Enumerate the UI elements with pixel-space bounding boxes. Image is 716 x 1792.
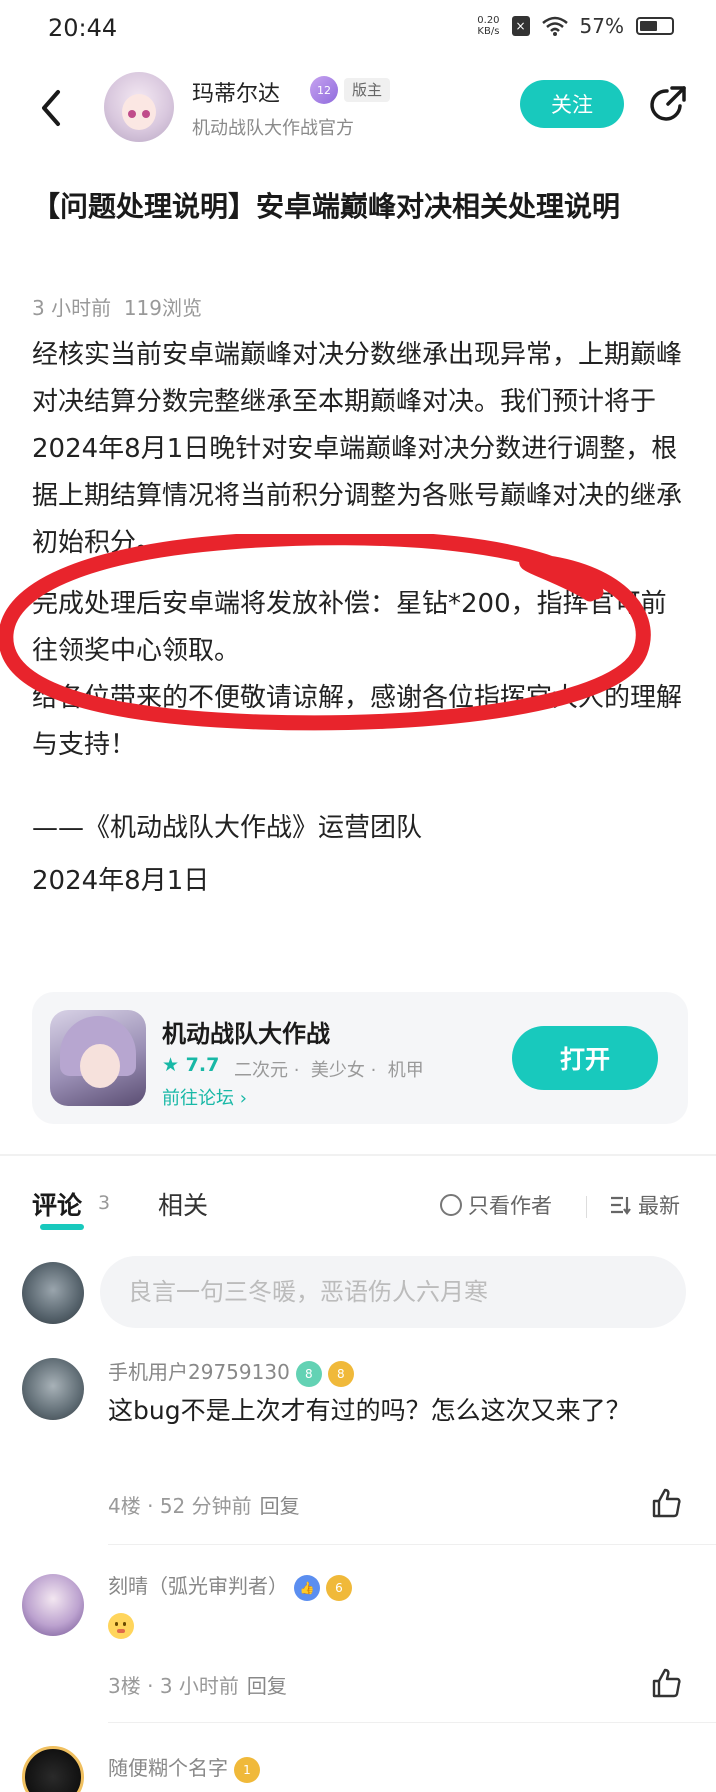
radio-icon [440, 1194, 462, 1216]
comment-item: 刻晴（弧光审判者） 👍 6 3楼 · 3 小时前 回复 [0, 1570, 716, 1746]
thumbs-badge-icon: 👍 [294, 1574, 320, 1601]
rank-badge: 6 [326, 1574, 352, 1601]
article-paragraph: 完成处理后安卓端将发放补偿：星钻*200，指挥官可前往领奖中心领取。 [32, 589, 667, 666]
chevron-right-icon: › [239, 1088, 247, 1109]
moderator-badge: 版主 [344, 78, 391, 102]
game-tag: 机甲 [387, 1060, 424, 1081]
status-bar: 20:44 0.20 KB/s × 57% [0, 0, 716, 56]
level-badge: 12 [310, 76, 338, 104]
article-paragraph: 经核实当前安卓端巅峰对决分数继承出现异常，上期巅峰对决结算分数完整继承至本期巅峰… [32, 340, 683, 558]
post-header: 玛蒂尔达 12 版主 机动战队大作战官方 关注 [0, 66, 716, 152]
floor-number: 3楼 [108, 1674, 141, 1698]
battery-percent: 57% [579, 14, 624, 38]
game-tag: 二次元 [234, 1060, 288, 1081]
comment-meta: 3楼 · 3 小时前 回复 [108, 1674, 287, 1698]
comment-time: 3 小时前 [159, 1674, 239, 1698]
tab-related[interactable]: 相关 [158, 1186, 208, 1222]
sort-button[interactable]: 最新 [610, 1190, 680, 1220]
sort-icon [611, 1196, 631, 1215]
article-signature: ——《机动战队大作战》运营团队 [32, 813, 423, 843]
game-card[interactable]: 机动战队大作战 ★ 7.7 二次元 · 美少女 · 机甲 前往论坛 › 打开 [32, 992, 688, 1124]
commenter-name[interactable]: 刻晴（弧光审判者） 👍 6 [108, 1570, 352, 1601]
thumbs-up-icon[interactable] [650, 1666, 684, 1700]
game-tag: 美少女 [310, 1060, 365, 1081]
reply-button[interactable]: 回复 [247, 1674, 287, 1698]
author-only-filter[interactable]: 只看作者 [440, 1190, 552, 1220]
commenter-name[interactable]: 手机用户29759130 8 8 [108, 1356, 354, 1387]
filter-divider [586, 1196, 587, 1218]
commenter-avatar[interactable] [22, 1746, 84, 1792]
comment-divider [108, 1544, 716, 1545]
status-time: 20:44 [48, 14, 118, 42]
comment-tabs: 评论 3 相关 只看作者 最新 [0, 1178, 716, 1234]
article-title: 【问题处理说明】安卓端巅峰对决相关处理说明 [32, 190, 621, 223]
author-avatar[interactable] [104, 72, 174, 142]
commenter-name[interactable]: 随便糊个名字 1 [108, 1752, 260, 1783]
battery-fill [640, 21, 657, 31]
comment-text: 这bug不是上次才有过的吗？怎么这次又来了？ [108, 1396, 631, 1425]
comment-divider [108, 1722, 716, 1723]
status-icons: 0.20 KB/s × 57% [477, 14, 674, 38]
article-date: 2024年8月1日 [32, 866, 210, 896]
article-paragraph: 给各位带来的不便敬请谅解，感谢各位指挥官大人的理解与支持！ [32, 683, 683, 760]
article-body: 经核实当前安卓端巅峰对决分数继承出现异常，上期巅峰对决结算分数完整继承至本期巅峰… [32, 332, 686, 917]
tab-comments[interactable]: 评论 [32, 1186, 82, 1222]
battery-icon [636, 17, 674, 35]
no-sim-icon: × [511, 16, 530, 36]
network-speed: 0.20 KB/s [477, 15, 500, 37]
game-rating: ★ 7.7 [162, 1054, 220, 1076]
share-icon[interactable] [646, 84, 688, 126]
author-name[interactable]: 玛蒂尔达 [192, 76, 280, 108]
comment-time: 52 分钟前 [159, 1494, 252, 1518]
back-arrow-icon[interactable] [32, 84, 72, 132]
wifi-icon [541, 16, 568, 36]
article-meta: 3 小时前 119浏览 [32, 292, 202, 321]
comment-text [108, 1608, 668, 1654]
comment-meta: 4楼 · 52 分钟前 回复 [108, 1494, 300, 1518]
view-count: 119浏览 [123, 296, 202, 320]
comment-item: 随便糊个名字 1 [0, 1746, 716, 1792]
commenter-avatar[interactable] [22, 1358, 84, 1420]
game-icon[interactable] [50, 1010, 146, 1106]
floor-number: 4楼 [108, 1494, 141, 1518]
reply-button[interactable]: 回复 [260, 1494, 300, 1518]
thumbs-up-icon[interactable] [650, 1486, 684, 1520]
go-to-forum-link[interactable]: 前往论坛 › [162, 1084, 247, 1110]
emoji-icon [108, 1613, 134, 1639]
post-time: 3 小时前 [32, 296, 112, 320]
my-avatar[interactable] [22, 1262, 84, 1324]
comment-count: 3 [98, 1192, 111, 1214]
game-tags: 二次元 · 美少女 · 机甲 [234, 1060, 424, 1081]
commenter-avatar[interactable] [22, 1574, 84, 1636]
open-game-button[interactable]: 打开 [512, 1026, 658, 1090]
follow-button[interactable]: 关注 [520, 80, 624, 128]
star-icon: ★ [162, 1054, 180, 1076]
comment-input[interactable] [100, 1256, 686, 1328]
section-divider [0, 1154, 716, 1156]
author-subtitle: 机动战队大作战官方 [192, 118, 354, 139]
comment-item: 手机用户29759130 8 8 这bug不是上次才有过的吗？怎么这次又来了？ 4楼… [0, 1356, 716, 1552]
game-name: 机动战队大作战 [162, 1020, 330, 1048]
active-tab-indicator [40, 1224, 84, 1230]
rank-badge: 8 [327, 1360, 354, 1387]
rank-badge: 1 [234, 1756, 260, 1783]
level-badge: 8 [295, 1360, 322, 1387]
